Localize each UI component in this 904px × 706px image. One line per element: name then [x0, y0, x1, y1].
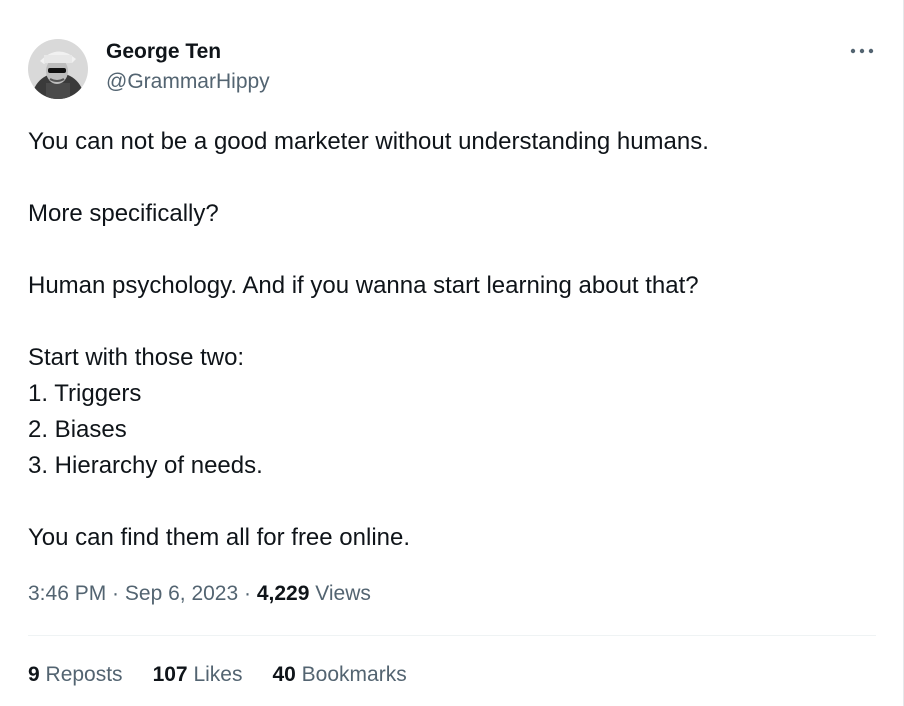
views-count: 4,229: [256, 582, 310, 605]
tweet-meta: 3:46 PM · Sep 6, 2023 · 4,229 Views: [28, 580, 371, 608]
tweet-line: You can not be a good marketer without u…: [28, 128, 709, 155]
reposts-stat[interactable]: 9 Reposts: [28, 661, 123, 689]
bookmarks-stat[interactable]: 40 Bookmarks: [272, 661, 406, 689]
tweet-time[interactable]: 3:46 PM: [28, 582, 106, 605]
reposts-count: 9: [28, 663, 40, 686]
likes-label: Likes: [187, 663, 243, 686]
more-horizontal-icon: [850, 48, 874, 54]
tweet-line: Start with those two:: [28, 344, 245, 371]
likes-stat[interactable]: 107 Likes: [153, 661, 243, 689]
tweet-date[interactable]: Sep 6, 2023: [125, 582, 238, 605]
tweet-line: You can find them all for free online.: [28, 524, 411, 551]
bookmarks-count: 40: [272, 663, 296, 686]
bookmarks-label: Bookmarks: [295, 663, 407, 686]
tweet-line: 1. Triggers: [28, 380, 142, 407]
tweet-line: More specifically?: [28, 200, 219, 227]
author-handle[interactable]: @GrammarHippy: [106, 69, 270, 95]
meta-separator: ·: [238, 582, 257, 605]
tweet-card: George Ten @GrammarHippy You can not be …: [0, 0, 904, 706]
engagement-stats: 9 Reposts 107 Likes 40 Bookmarks: [28, 661, 407, 689]
views-label: Views: [309, 582, 371, 605]
divider: [28, 635, 876, 636]
reposts-label: Reposts: [39, 663, 123, 686]
more-options-button[interactable]: [848, 40, 876, 62]
likes-count: 107: [152, 663, 188, 686]
meta-separator: ·: [106, 582, 125, 605]
author-name[interactable]: George Ten: [106, 39, 221, 65]
tweet-line: 3. Hierarchy of needs.: [28, 452, 263, 479]
author-avatar[interactable]: [28, 39, 88, 99]
tweet-text: You can not be a good marketer without u…: [28, 124, 878, 556]
avatar-image: [28, 39, 88, 99]
tweet-line: Human psychology. And if you wanna start…: [28, 272, 699, 299]
tweet-line: 2. Biases: [28, 416, 127, 443]
